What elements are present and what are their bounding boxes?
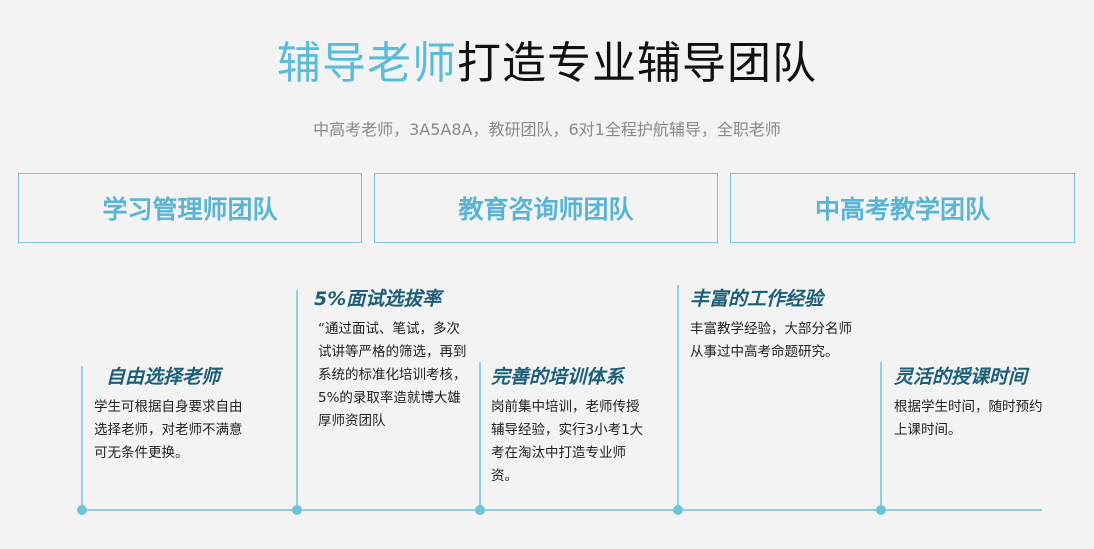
card-title: 灵活的授课时间: [894, 366, 1028, 388]
team-box-label: 中高考教学团队: [814, 195, 990, 224]
timeline-connector: [81, 366, 83, 509]
card-text: “通过面试、笔试，多次试讲等严格的筛选，再到系统的标准化培训考核，5%的录取率造…: [318, 321, 467, 429]
timeline-connector: [296, 290, 298, 509]
timeline-dot: [876, 505, 886, 515]
timeline-connector: [880, 362, 882, 509]
team-box-exam-teaching[interactable]: 中高考教学团队: [730, 173, 1075, 243]
page-subtitle: 中高考老师，3A5A8A，教研团队，6对1全程护航辅导，全职老师: [313, 120, 781, 139]
title-highlight: 辅导老师: [277, 38, 457, 89]
team-box-label: 学习管理师团队: [102, 195, 278, 224]
timeline-card-selection-rate: 5%面试选拔率 “通过面试、笔试，多次试讲等严格的筛选，再到系统的标准化培训考核…: [310, 286, 470, 433]
timeline-card-flexible-time: 灵活的授课时间 根据学生时间，随时预约上课时间。: [894, 364, 1044, 442]
card-text: 岗前集中培训，老师传授辅导经验，实行3小考1大考在淘汰中打造专业师资。: [491, 399, 644, 484]
timeline-connector: [479, 362, 481, 509]
timeline-card-free-choice: 自由选择老师 学生可根据自身要求自由选择老师，对老师不满意可无条件更换。: [94, 364, 246, 465]
card-text: 丰富教学经验，大部分名师从事过中高考命题研究。: [690, 321, 852, 360]
timeline-dot: [77, 505, 87, 515]
card-text: 学生可根据自身要求自由选择老师，对老师不满意可无条件更换。: [94, 399, 243, 461]
team-box-learning-management[interactable]: 学习管理师团队: [18, 173, 362, 243]
timeline-dot: [475, 505, 485, 515]
card-title: 自由选择老师: [106, 366, 221, 388]
page-title: 辅导老师打造专业辅导团队: [0, 36, 1094, 92]
timeline-dot: [292, 505, 302, 515]
timeline-card-work-experience: 丰富的工作经验 丰富教学经验，大部分名师从事过中高考命题研究。: [690, 286, 858, 364]
title-rest: 打造专业辅导团队: [457, 38, 817, 89]
timeline-dot: [673, 505, 683, 515]
card-title: 完善的培训体系: [491, 366, 625, 388]
team-box-label: 教育咨询师团队: [458, 195, 634, 224]
team-box-education-consulting[interactable]: 教育咨询师团队: [374, 173, 718, 243]
timeline-card-training-system: 完善的培训体系 岗前集中培训，老师传授辅导经验，实行3小考1大考在淘汰中打造专业…: [491, 364, 651, 488]
card-text: 根据学生时间，随时预约上课时间。: [894, 399, 1043, 438]
timeline-axis: [80, 509, 1042, 511]
card-title: 丰富的工作经验: [690, 288, 824, 310]
card-title: 5%面试选拔率: [314, 288, 442, 310]
timeline-connector: [677, 285, 679, 509]
